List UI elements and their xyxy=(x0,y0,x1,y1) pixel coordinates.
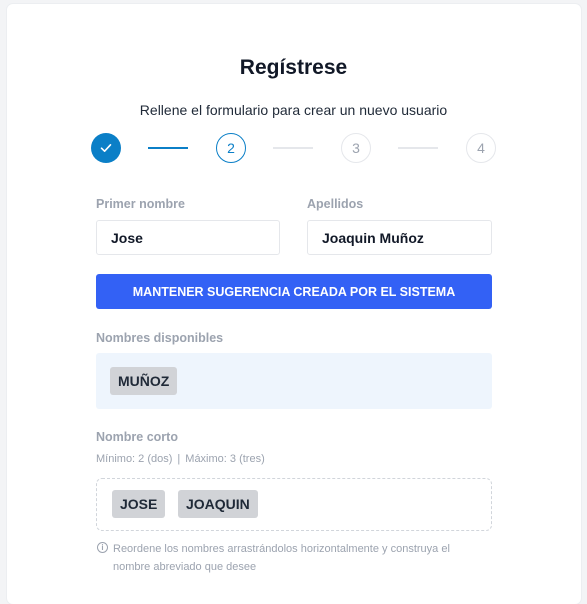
step-4[interactable]: 4 xyxy=(466,133,496,163)
short-name-limits: Mínimo: 2 (dos) | Máximo: 3 (tres) xyxy=(96,453,265,465)
first-name-input[interactable]: Jose xyxy=(96,220,280,255)
page-title: Regístrese xyxy=(239,56,348,79)
last-name-input[interactable]: Joaquin Muñoz xyxy=(307,220,492,255)
step-2-active[interactable]: 2 xyxy=(216,133,246,163)
info-circle-icon: i xyxy=(97,542,108,553)
name-chip[interactable]: JOSE xyxy=(112,490,166,518)
step-3[interactable]: 3 xyxy=(341,133,371,163)
first-name-label: Primer nombre xyxy=(96,197,185,211)
short-name-label: Nombre corto xyxy=(96,430,178,444)
keep-suggestion-button[interactable]: MANTENER SUGERENCIA CREADA POR EL SISTEM… xyxy=(96,274,492,309)
available-names-dropzone[interactable]: MUÑOZ xyxy=(96,353,492,409)
max-limit-text: Máximo: 3 (tres) xyxy=(185,453,265,465)
step-connector xyxy=(398,147,438,149)
available-names-label: Nombres disponibles xyxy=(96,331,224,345)
min-limit-text: Mínimo: 2 (dos) xyxy=(96,453,173,465)
name-chip[interactable]: MUÑOZ xyxy=(110,367,178,395)
step-1-completed[interactable] xyxy=(91,133,121,163)
short-name-dropzone[interactable]: JOSE JOAQUIN xyxy=(96,478,492,531)
short-name-help-text: Reordene los nombres arrastrándolos hori… xyxy=(113,543,450,573)
last-name-label: Apellidos xyxy=(307,197,364,211)
check-icon xyxy=(100,144,112,152)
name-chip[interactable]: JOAQUIN xyxy=(178,490,258,518)
step-connector xyxy=(148,147,188,149)
step-connector xyxy=(273,147,313,149)
page-subtitle: Rellene el formulario para crear un nuev… xyxy=(139,102,448,118)
limit-separator: | xyxy=(177,453,181,465)
